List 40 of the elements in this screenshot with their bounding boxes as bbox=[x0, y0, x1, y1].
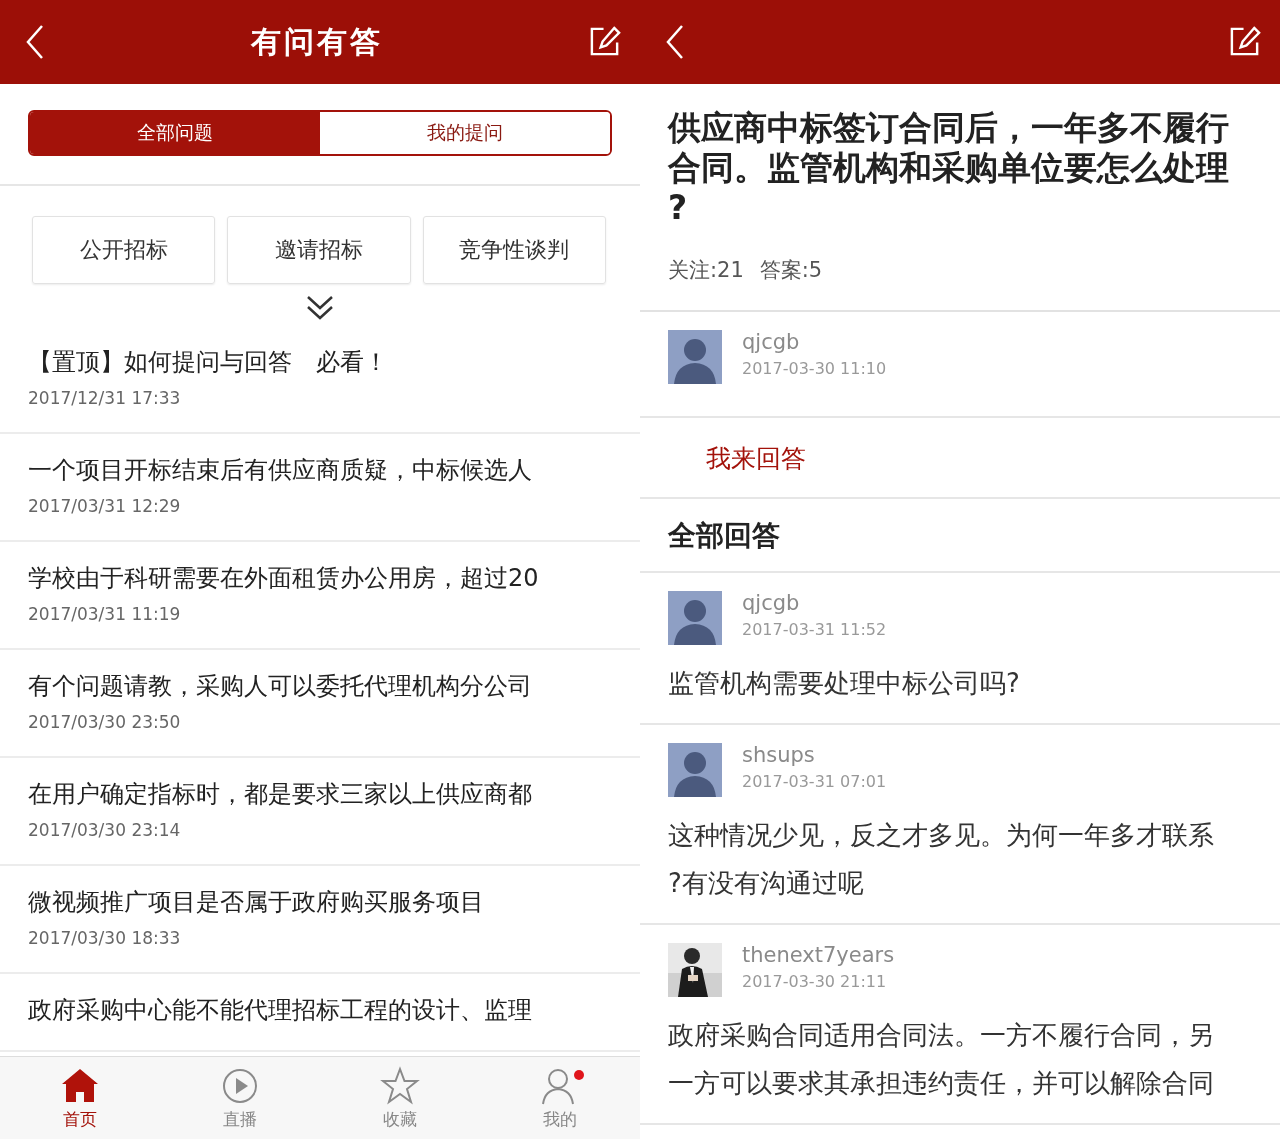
tab-bar-item[interactable]: 首页 bbox=[0, 1057, 160, 1139]
question-title[interactable]: 【置顶】如何提问与回答 必看！ bbox=[28, 344, 620, 380]
star-icon bbox=[380, 1065, 420, 1106]
tab[interactable]: 全部问题 bbox=[30, 112, 320, 154]
avatar-icon bbox=[668, 591, 722, 645]
question-date: 2017/03/30 23:14 bbox=[28, 819, 182, 842]
answer-link[interactable]: 我来回答 bbox=[706, 444, 806, 473]
question-date: 2017/03/30 23:50 bbox=[28, 711, 182, 734]
post-time: 2017-03-31 07:01 bbox=[742, 771, 887, 793]
question-title[interactable]: 在用户确定指标时，都是要求三家以上供应商都 bbox=[28, 776, 620, 812]
user-name: shsups bbox=[742, 742, 816, 769]
question-date: 2017/03/30 18:33 bbox=[28, 927, 182, 950]
section-title: 全部回答 bbox=[668, 519, 780, 552]
question-title[interactable]: 政府采购中心能不能代理招标工程的设计、监理 bbox=[28, 992, 620, 1028]
question-title[interactable]: 有个问题请教，采购人可以委托代理机构分公司 bbox=[28, 668, 620, 704]
user-name: qjcgb bbox=[742, 590, 801, 617]
header-title: 有问有答 bbox=[251, 22, 383, 61]
answer-count: 答案:5 bbox=[759, 257, 823, 284]
category-button[interactable]: 竞争性谈判 bbox=[422, 216, 606, 284]
question-title[interactable]: 一个项目开标结束后有供应商质疑，中标候选人 bbox=[28, 452, 620, 488]
post-time: 2017-03-30 21:11 bbox=[742, 971, 888, 993]
user-name: qjcgb bbox=[742, 329, 801, 356]
question-date: 2017/03/31 12:29 bbox=[28, 495, 182, 518]
follow-count: 关注:21 bbox=[668, 257, 744, 284]
answer-text: 监管机构需要处理中标公司吗? bbox=[668, 667, 1021, 700]
user-name: thenext7years bbox=[742, 942, 895, 969]
avatar-icon bbox=[668, 743, 722, 797]
avatar-icon bbox=[668, 330, 722, 384]
post-time: 2017-03-30 11:10 bbox=[742, 358, 887, 380]
question-date: 2017/12/31 17:33 bbox=[28, 387, 182, 410]
question-title[interactable]: 微视频推广项目是否属于政府购买服务项目 bbox=[28, 884, 620, 920]
category-button[interactable]: 邀请招标 bbox=[227, 216, 411, 284]
category-button[interactable]: 公开招标 bbox=[32, 216, 216, 284]
question-title: 供应商中标签订合同后，一年多不履行合同。监管机构和采购单位要怎么处理? bbox=[668, 108, 1230, 228]
question-title[interactable]: 学校由于科研需要在外面租赁办公用房，超过20 bbox=[28, 560, 620, 596]
answer-text: 这种情况少见，反之才多见。为何一年多才联系?有没有沟通过呢 bbox=[668, 819, 1215, 900]
post-time: 2017-03-31 11:52 bbox=[742, 619, 887, 641]
expand-chevron-icon[interactable] bbox=[306, 294, 334, 322]
question-date: 2017/03/31 11:19 bbox=[28, 603, 182, 626]
answer-text: 政府采购合同适用合同法。一方不履行合同，另一方可以要求其承担违约责任，并可以解除合同 bbox=[668, 1019, 1215, 1100]
